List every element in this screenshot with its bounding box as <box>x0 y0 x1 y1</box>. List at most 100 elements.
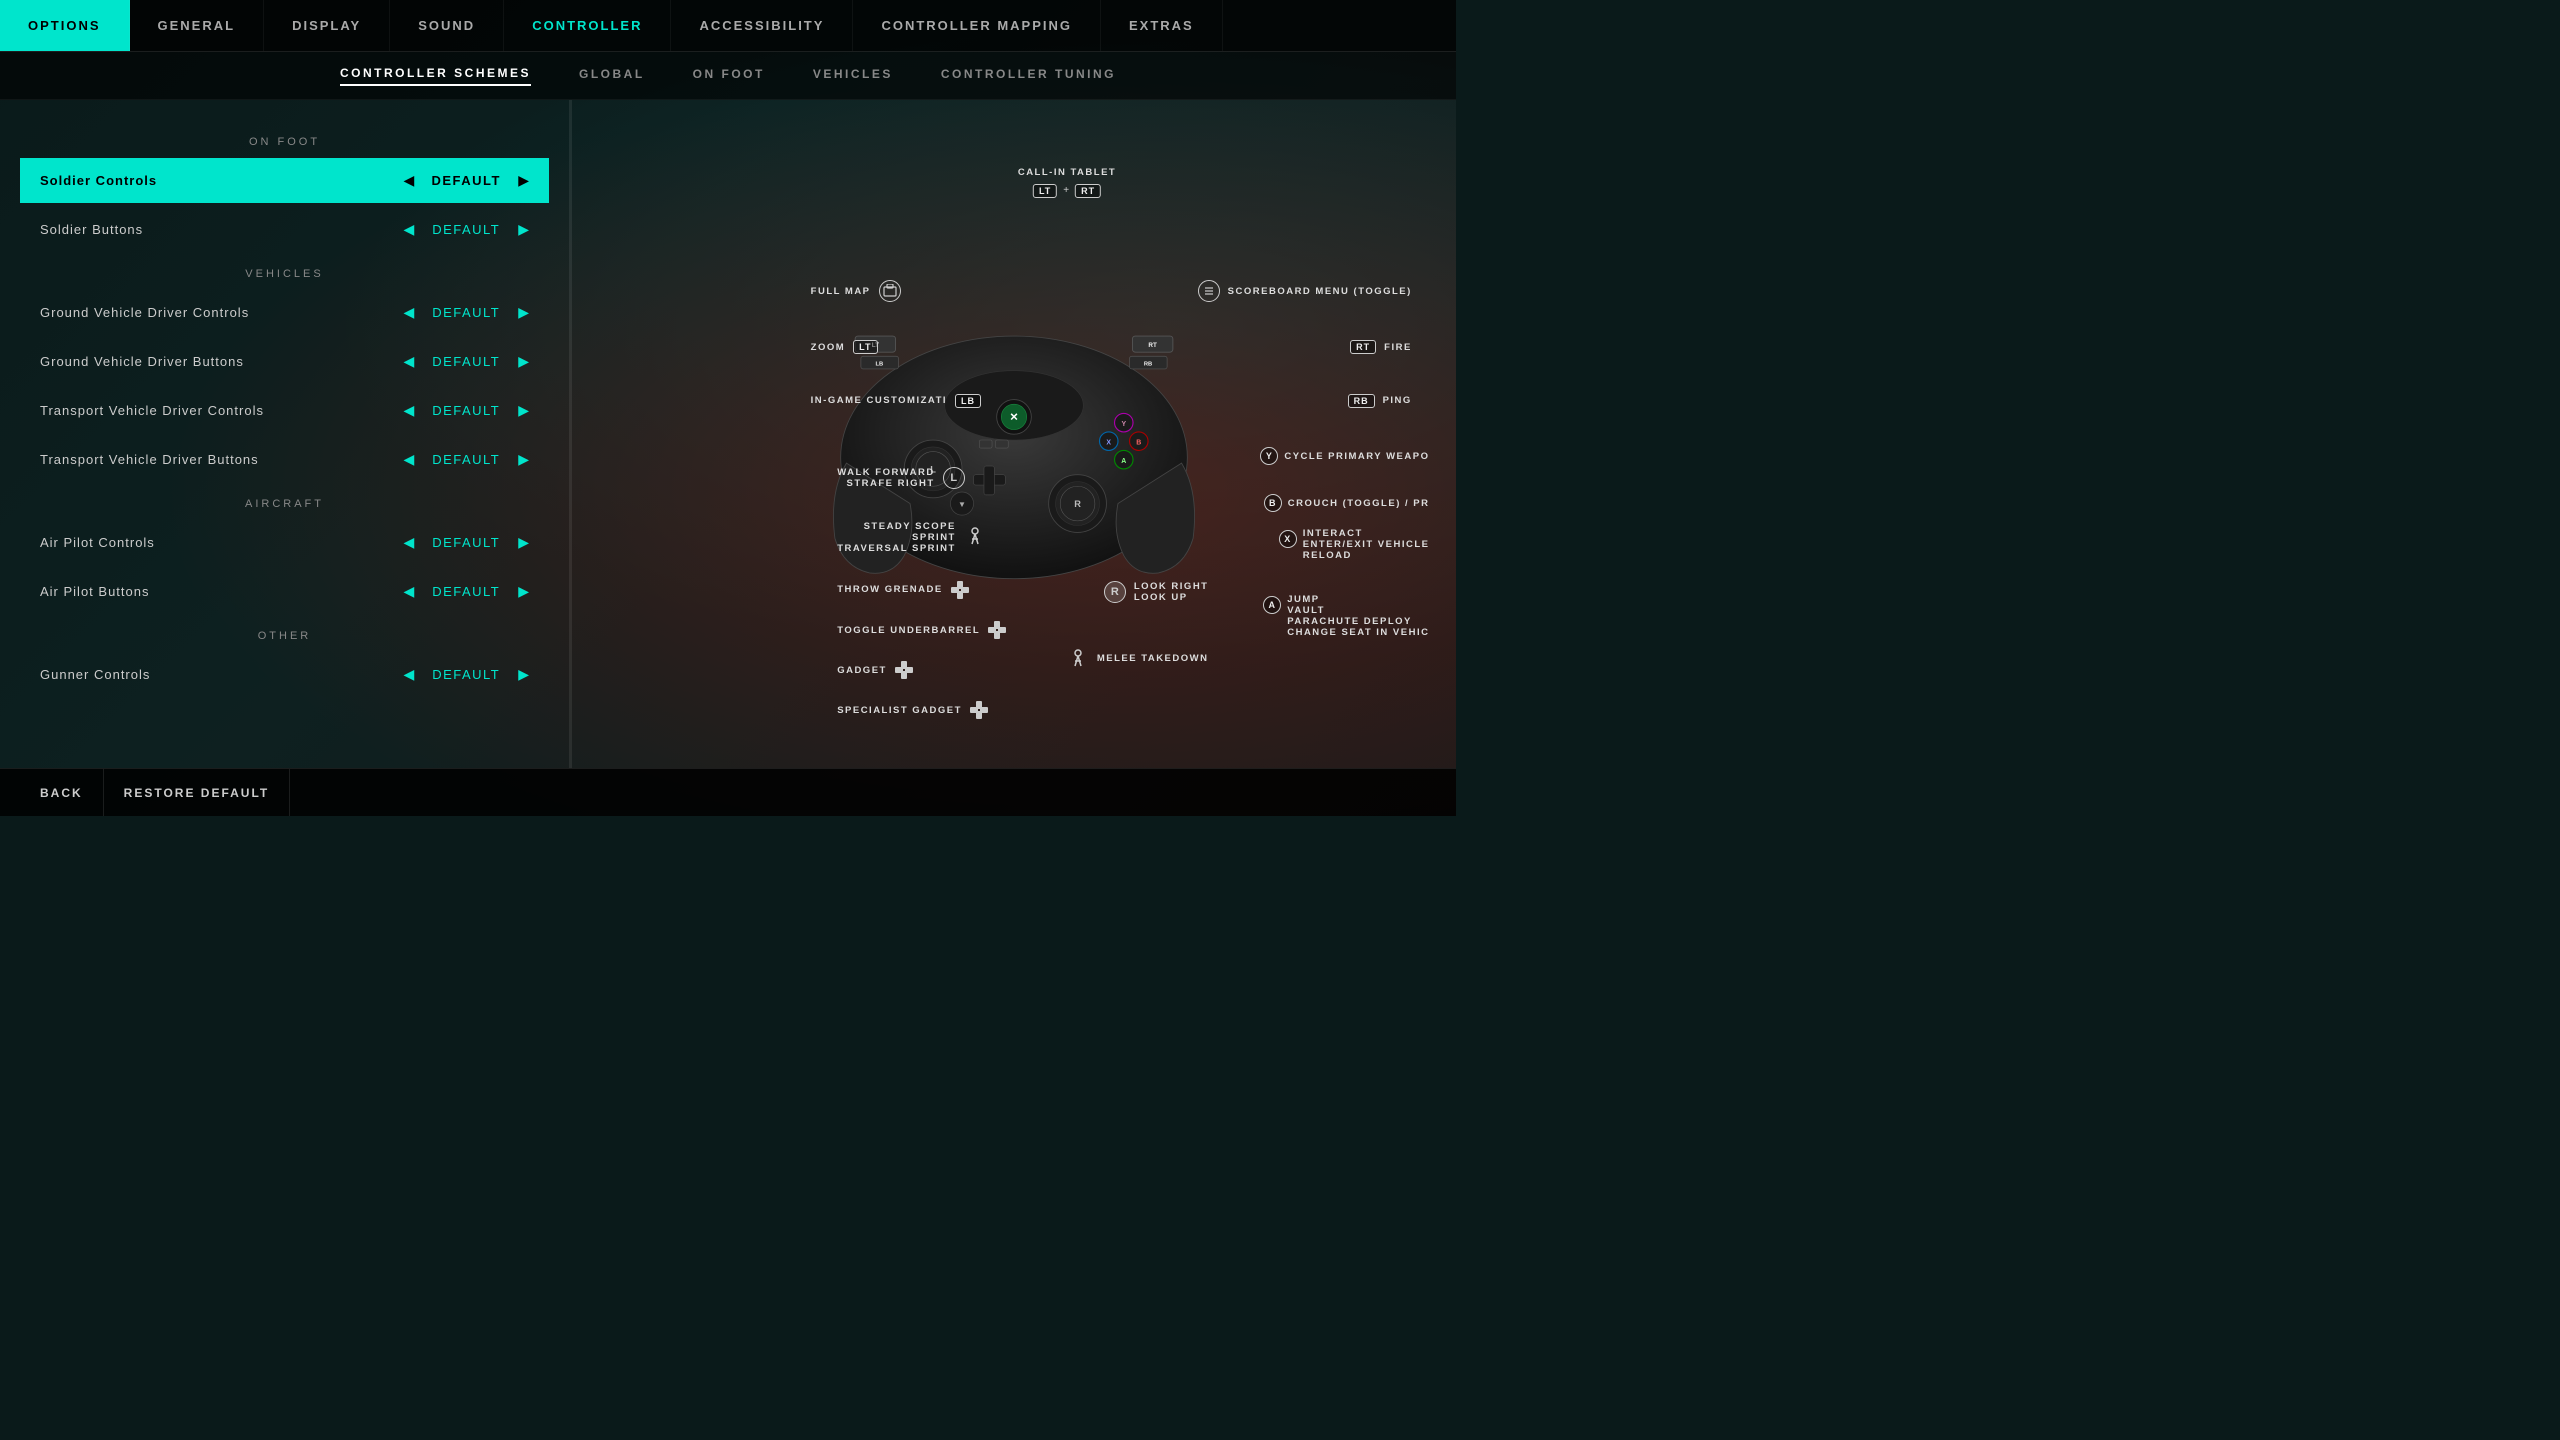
scheme-row-ground-driver-controls[interactable]: Ground Vehicle Driver Controls ◀ DEFAULT… <box>20 290 549 335</box>
cycle-area: Y CYCLE PRIMARY WEAPO <box>1260 447 1429 465</box>
scoreboard-icon <box>1198 280 1220 302</box>
crouch-b-key: B <box>1264 494 1282 512</box>
section-on-foot: ON FOOT <box>20 136 549 148</box>
vault-label: VAULT <box>1287 605 1429 616</box>
jump-row: A JUMP VAULT PARACHUTE DEPLOY CHANGE SEA… <box>1263 594 1429 638</box>
parachute-label: PARACHUTE DEPLOY <box>1287 616 1429 627</box>
interact-row: X INTERACT ENTER/EXIT VEHICLE RELOAD <box>1279 528 1430 561</box>
arrow-left-transport-driver-buttons[interactable]: ◀ <box>403 451 414 468</box>
svg-text:RB: RB <box>1144 361 1152 367</box>
cycle-row: Y CYCLE PRIMARY WEAPO <box>1260 447 1429 465</box>
nav-options[interactable]: OPTIONS <box>0 0 130 51</box>
arrow-right-soldier-controls[interactable]: ▶ <box>518 172 529 189</box>
melee-area: MELEE TAKEDOWN <box>1067 648 1209 670</box>
restore-default-button[interactable]: RESTORE DEFAULT <box>104 769 291 816</box>
scheme-row-transport-driver-controls[interactable]: Transport Vehicle Driver Controls ◀ DEFA… <box>20 388 549 433</box>
ping-area: RB PING <box>1348 394 1412 408</box>
scoreboard-label: SCOREBOARD MENU (TOGGLE) <box>1228 286 1412 297</box>
scheme-name-soldier-controls: Soldier Controls <box>40 173 403 188</box>
subnav-vehicles[interactable]: VEHICLES <box>813 67 893 85</box>
scheme-value-soldier-buttons: DEFAULT <box>426 222 506 237</box>
throw-grenade-label: THROW GRENADE <box>837 584 943 595</box>
nav-controller[interactable]: CONTROLLER <box>504 0 671 51</box>
scheme-row-ground-driver-buttons[interactable]: Ground Vehicle Driver Buttons ◀ DEFAULT … <box>20 339 549 384</box>
scheme-name-gunner-controls: Gunner Controls <box>40 667 403 682</box>
ingame-row: IN-GAME CUSTOMIZATI LB <box>811 394 981 408</box>
ingame-label: IN-GAME CUSTOMIZATI <box>811 395 947 406</box>
section-vehicles: VEHICLES <box>20 268 549 280</box>
full-map-area: FULL MAP <box>811 280 901 302</box>
subnav-on-foot[interactable]: ON FOOT <box>693 67 765 85</box>
nav-accessibility[interactable]: ACCESSIBILITY <box>671 0 853 51</box>
jump-label: JUMP <box>1287 594 1429 605</box>
scheme-value-ground-driver-controls: DEFAULT <box>426 305 506 320</box>
ping-label: PING <box>1383 395 1412 406</box>
rt-key-callin: RT <box>1075 184 1101 198</box>
arrow-left-air-pilot-controls[interactable]: ◀ <box>403 534 414 551</box>
steady-scope-label: STEADY SCOPE <box>837 521 956 532</box>
walk-l-key: L <box>943 467 965 489</box>
dpad-icon-3 <box>895 661 913 679</box>
call-in-keys: LT + RT <box>1018 184 1116 198</box>
arrow-right-ground-driver-buttons[interactable]: ▶ <box>518 353 529 370</box>
look-row: R LOOK RIGHT LOOK UP <box>1104 581 1209 603</box>
left-panel: ON FOOT Soldier Controls ◀ DEFAULT ▶ Sol… <box>0 100 570 768</box>
look-right-label: LOOK RIGHT <box>1134 581 1209 592</box>
nav-extras[interactable]: EXTRAS <box>1101 0 1223 51</box>
subnav-controller-schemes[interactable]: CONTROLLER SCHEMES <box>340 66 531 86</box>
arrow-left-transport-driver-controls[interactable]: ◀ <box>403 402 414 419</box>
full-map-icon <box>879 280 901 302</box>
throw-grenade-area: THROW GRENADE <box>837 581 969 599</box>
nav-display[interactable]: DISPLAY <box>264 0 390 51</box>
sprint-label: SPRINT <box>837 532 956 543</box>
back-button[interactable]: BACK <box>20 769 104 816</box>
cycle-label: CYCLE PRIMARY WEAPO <box>1284 451 1429 462</box>
scheme-row-transport-driver-buttons[interactable]: Transport Vehicle Driver Buttons ◀ DEFAU… <box>20 437 549 482</box>
arrow-right-ground-driver-controls[interactable]: ▶ <box>518 304 529 321</box>
nav-general[interactable]: GENERAL <box>130 0 265 51</box>
arrow-left-air-pilot-buttons[interactable]: ◀ <box>403 583 414 600</box>
scheme-row-air-pilot-buttons[interactable]: Air Pilot Buttons ◀ DEFAULT ▶ <box>20 569 549 614</box>
subnav-controller-tuning[interactable]: CONTROLLER TUNING <box>941 67 1116 85</box>
svg-text:▼: ▼ <box>958 500 966 509</box>
subnav-global[interactable]: GLOBAL <box>579 67 645 85</box>
scheme-row-gunner-controls[interactable]: Gunner Controls ◀ DEFAULT ▶ <box>20 652 549 697</box>
enter-exit-label: ENTER/EXIT VEHICLE <box>1303 539 1430 550</box>
specialist-gadget-label: SPECIALIST GADGET <box>837 705 962 716</box>
arrow-right-gunner-controls[interactable]: ▶ <box>518 666 529 683</box>
jump-a-key: A <box>1263 596 1281 614</box>
sub-navigation: CONTROLLER SCHEMES GLOBAL ON FOOT VEHICL… <box>0 52 1456 100</box>
interact-labels: INTERACT ENTER/EXIT VEHICLE RELOAD <box>1303 528 1430 561</box>
scheme-name-ground-driver-controls: Ground Vehicle Driver Controls <box>40 305 403 320</box>
scheme-row-soldier-controls[interactable]: Soldier Controls ◀ DEFAULT ▶ <box>20 158 549 203</box>
svg-text:R: R <box>1074 499 1081 509</box>
arrow-right-transport-driver-buttons[interactable]: ▶ <box>518 451 529 468</box>
nav-sound[interactable]: SOUND <box>390 0 504 51</box>
arrow-left-soldier-buttons[interactable]: ◀ <box>403 221 414 238</box>
arrow-right-soldier-buttons[interactable]: ▶ <box>518 221 529 238</box>
scheme-name-transport-driver-controls: Transport Vehicle Driver Controls <box>40 403 403 418</box>
arrow-left-ground-driver-controls[interactable]: ◀ <box>403 304 414 321</box>
section-aircraft: AIRCRAFT <box>20 498 549 510</box>
scheme-row-soldier-buttons[interactable]: Soldier Buttons ◀ DEFAULT ▶ <box>20 207 549 252</box>
walk-forward-label: WALK FORWARD <box>837 467 935 478</box>
arrow-right-transport-driver-controls[interactable]: ▶ <box>518 402 529 419</box>
throw-grenade-row: THROW GRENADE <box>837 581 969 599</box>
arrow-right-air-pilot-controls[interactable]: ▶ <box>518 534 529 551</box>
scheme-row-air-pilot-controls[interactable]: Air Pilot Controls ◀ DEFAULT ▶ <box>20 520 549 565</box>
walk-area: WALK FORWARD STRAFE RIGHT L <box>837 467 965 489</box>
arrow-right-air-pilot-buttons[interactable]: ▶ <box>518 583 529 600</box>
arrow-left-soldier-controls[interactable]: ◀ <box>403 172 414 189</box>
interact-label: INTERACT <box>1303 528 1430 539</box>
nav-controller-mapping[interactable]: CONTROLLER MAPPING <box>853 0 1101 51</box>
scheme-name-ground-driver-buttons: Ground Vehicle Driver Buttons <box>40 354 403 369</box>
top-navigation: OPTIONS GENERAL DISPLAY SOUND CONTROLLER… <box>0 0 1456 52</box>
arrow-left-gunner-controls[interactable]: ◀ <box>403 666 414 683</box>
melee-row: MELEE TAKEDOWN <box>1067 648 1209 670</box>
interact-x-key: X <box>1279 530 1297 548</box>
arrow-left-ground-driver-buttons[interactable]: ◀ <box>403 353 414 370</box>
sprint-labels: STEADY SCOPE SPRINT TRAVERSAL SPRINT <box>837 521 956 554</box>
zoom-lt-key: LT <box>853 340 877 354</box>
ingame-area: IN-GAME CUSTOMIZATI LB <box>811 394 981 408</box>
zoom-area: ZOOM LT <box>811 340 878 354</box>
